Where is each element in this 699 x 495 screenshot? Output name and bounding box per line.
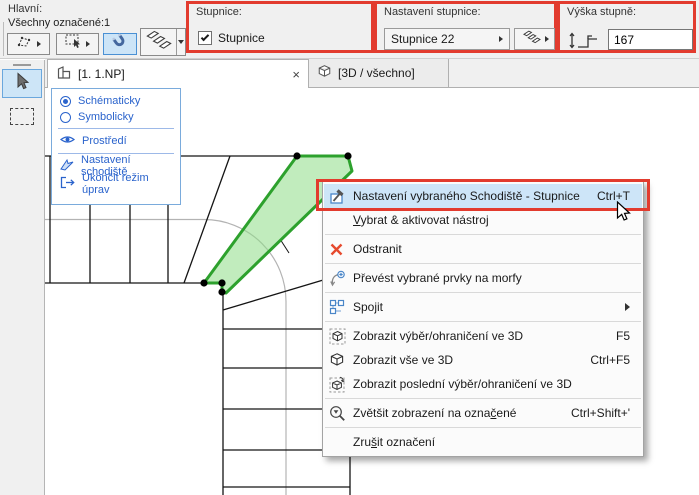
zoom-to-selection-icon bbox=[329, 405, 353, 422]
submenu-arrow-icon bbox=[625, 303, 630, 311]
menu-item-show-all-3d[interactable]: Zobrazit vše ve 3D Ctrl+F5 bbox=[324, 348, 642, 372]
toolbar-title: Hlavní: bbox=[8, 3, 43, 15]
join-nodes-icon bbox=[329, 299, 353, 315]
menu-item-zoom-to-selection[interactable]: Zvětšit zobrazení na označené Ctrl+Shift… bbox=[324, 401, 642, 425]
eye-icon bbox=[60, 134, 75, 148]
magnet-snap-button[interactable] bbox=[103, 32, 137, 56]
stair-edit-mode-popup: Schématicky Symbolicky Prostředí Nastave… bbox=[51, 88, 181, 205]
magnet-icon bbox=[111, 32, 129, 56]
tab-3d-view[interactable]: [3D / všechno] bbox=[309, 59, 449, 87]
exit-edit-label: Ukončit režim úprav bbox=[82, 172, 149, 196]
separator bbox=[325, 234, 641, 235]
exit-icon bbox=[60, 176, 75, 192]
riser-height-input[interactable] bbox=[608, 29, 693, 50]
nastaveni-stupnice-section: Nastavení stupnice: Stupnice 22 bbox=[374, 1, 557, 53]
delete-x-icon bbox=[329, 242, 353, 257]
separator bbox=[325, 427, 641, 428]
separator bbox=[325, 292, 641, 293]
radio-schematic-label: Schématicky bbox=[78, 95, 141, 107]
lasso-select-button[interactable] bbox=[7, 33, 50, 55]
marquee-select-button[interactable] bbox=[56, 33, 99, 55]
nastaveni-stupnice-title: Nastavení stupnice: bbox=[384, 6, 481, 18]
radio-symbolic[interactable]: Symbolicky bbox=[52, 109, 180, 125]
mouse-cursor-icon bbox=[616, 200, 632, 228]
radio-selected-icon bbox=[60, 95, 71, 107]
environment-label: Prostředí bbox=[82, 135, 127, 147]
stupnice-section-title: Stupnice: bbox=[196, 6, 242, 18]
menu-item-deselect[interactable]: Zrušit označení bbox=[324, 430, 642, 454]
selection-count-status: Všechny označené:1 bbox=[8, 17, 111, 29]
riser-height-icon bbox=[568, 31, 600, 55]
menu-item-convert-to-morph[interactable]: Převést vybrané prvky na morfy bbox=[324, 266, 642, 290]
separator bbox=[325, 263, 641, 264]
flyout-arrow-icon bbox=[37, 41, 41, 47]
tool-palette bbox=[0, 60, 45, 495]
menu-item-join[interactable]: Spojit bbox=[324, 295, 642, 319]
stair-treads-icon bbox=[145, 28, 173, 57]
context-menu: Nastavení vybraného Schodiště - Stupnice… bbox=[322, 181, 644, 457]
marquee-tool-button[interactable] bbox=[10, 108, 34, 125]
tab-3d-label: [3D / všechno] bbox=[338, 66, 415, 80]
flyout-arrow-icon bbox=[544, 36, 549, 42]
radio-symbolic-label: Symbolicky bbox=[78, 111, 134, 123]
menu-item-select-activate-tool[interactable]: Vybrat & aktivovat nástroj bbox=[324, 208, 642, 232]
dropdown-arrow-icon bbox=[499, 36, 503, 42]
exit-edit-mode-item[interactable]: Ukončit režim úprav bbox=[52, 172, 180, 196]
cube-icon bbox=[317, 64, 332, 82]
menu-item-show-selection-3d[interactable]: Zobrazit výběr/ohraničení ve 3D F5 bbox=[324, 324, 642, 348]
stupnice-dropdown-value: Stupnice 22 bbox=[391, 32, 455, 46]
menu-item-show-last-3d[interactable]: Zobrazit poslední výběr/ohraničení ve 3D bbox=[324, 372, 642, 396]
arrow-tool-button[interactable] bbox=[2, 69, 42, 98]
tab-close-icon[interactable]: × bbox=[292, 68, 300, 81]
stair-settings-icon bbox=[60, 158, 74, 174]
palette-drag-handle[interactable] bbox=[13, 64, 31, 66]
separator bbox=[325, 398, 641, 399]
settings-hammer-icon bbox=[329, 188, 353, 205]
view-tab-strip: [3D / všechno] [1. 1.NP] × bbox=[45, 59, 699, 88]
stupnice-checkbox-label: Stupnice bbox=[218, 31, 265, 45]
morph-convert-icon bbox=[329, 270, 353, 287]
stupnice-checkbox[interactable] bbox=[198, 31, 212, 45]
checkmark-icon bbox=[200, 32, 210, 42]
arrow-cursor-icon bbox=[14, 71, 30, 96]
menu-item-delete[interactable]: Odstranit bbox=[324, 237, 642, 261]
stupnice-dropdown[interactable]: Stupnice 22 bbox=[384, 28, 510, 50]
show-selection-3d-icon bbox=[329, 328, 353, 345]
vyska-stupne-title: Výška stupně: bbox=[567, 6, 637, 18]
treads-flyout-button[interactable] bbox=[514, 28, 555, 50]
radio-icon bbox=[60, 111, 71, 123]
stair-treads-icon bbox=[521, 29, 543, 50]
environment-item[interactable]: Prostředí bbox=[52, 132, 180, 150]
stupnice-section: Stupnice: Stupnice bbox=[186, 1, 374, 53]
marquee-select-icon bbox=[65, 34, 83, 54]
show-last-3d-icon bbox=[329, 376, 353, 393]
floor-plan-icon bbox=[56, 65, 72, 83]
show-all-3d-icon bbox=[329, 352, 353, 368]
tab-floor-plan-label: [1. 1.NP] bbox=[78, 67, 125, 81]
lasso-select-icon bbox=[16, 35, 34, 54]
stair-treads-dropdown[interactable] bbox=[176, 29, 185, 55]
top-toolbar: Hlavní: Všechny označené:1 Stupnice: Stu… bbox=[0, 0, 699, 59]
stair-treads-tool-button[interactable] bbox=[140, 28, 186, 56]
radio-schematic[interactable]: Schématicky bbox=[52, 93, 180, 109]
toolbar-drag-handle[interactable] bbox=[3, 22, 4, 56]
menu-item-stair-settings[interactable]: Nastavení vybraného Schodiště - Stupnice… bbox=[324, 184, 642, 208]
dropdown-arrow-icon bbox=[178, 40, 184, 44]
separator bbox=[325, 321, 641, 322]
flyout-arrow-icon bbox=[86, 41, 90, 47]
tab-floor-plan[interactable]: [1. 1.NP] × bbox=[47, 59, 309, 88]
separator bbox=[58, 128, 174, 129]
vyska-stupne-section: Výška stupně: bbox=[557, 1, 696, 53]
